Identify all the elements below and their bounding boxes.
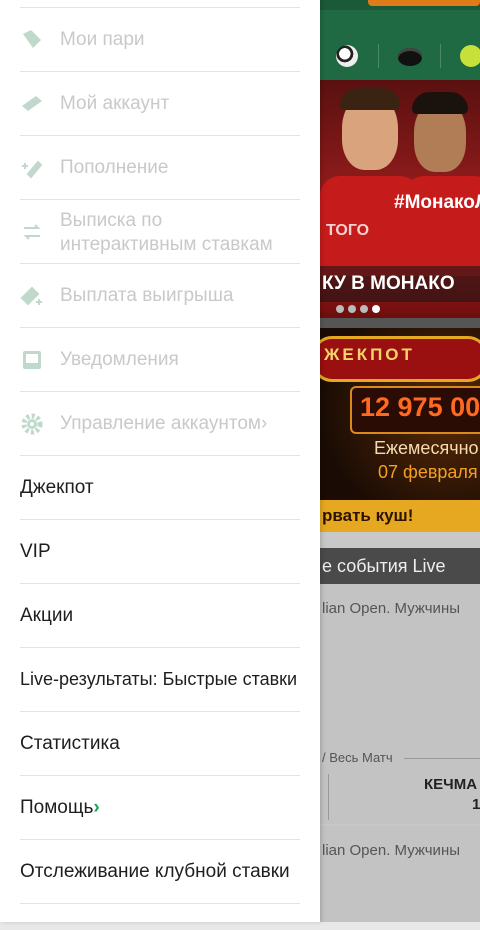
menu-item-live-results[interactable]: Live-результаты: Быстрые ставки (0, 648, 320, 712)
separator (378, 44, 379, 68)
jackpot-title: ЖЕКПОТ (324, 345, 415, 364)
chevron-right-icon: › (260, 413, 268, 434)
event-league: lian Open. Мужчины (322, 600, 461, 617)
menu-item-withdraw[interactable]: Выплата выигрыша (0, 264, 320, 328)
menu-item-my-account[interactable]: Мой аккаунт (0, 72, 320, 136)
chevron-right-icon: › (93, 797, 100, 818)
inbox-icon (23, 351, 41, 369)
jackpot-date: 07 февраля (378, 462, 478, 482)
jackpot-frequency: Ежемесячно (374, 438, 479, 458)
deposit-icon (22, 160, 43, 179)
carousel-dot-active[interactable] (372, 305, 380, 313)
menu-item-label: Акции (20, 605, 74, 626)
event-market: / Весь Матч (322, 750, 393, 765)
menu-item-club-bet-tracking[interactable]: Отслеживание клубной ставки (0, 840, 320, 904)
menu-item-notifications[interactable]: Уведомления (0, 328, 320, 392)
menu-item-label: Джекпот (20, 477, 94, 498)
carousel-dot[interactable] (348, 305, 356, 313)
menu-item-label: Статистика (20, 733, 120, 754)
menu-item-deposit[interactable]: Пополнение (0, 136, 320, 200)
menu-item-text: Управление аккаунтом (60, 413, 261, 434)
banner-sponsor-text: ТОГО (326, 222, 370, 239)
jackpot-cta-button[interactable]: рвать куш! (320, 500, 480, 532)
menu-item-vip[interactable]: VIP (0, 520, 320, 584)
menu-item-jackpot[interactable]: Джекпот (0, 456, 320, 520)
menu-item-label: Помощь› (20, 797, 100, 819)
menu-item-label: Уведомления (60, 349, 179, 370)
banner-hashtag: #МонакоЛ (394, 192, 480, 213)
jackpot-cta-label: рвать куш! (322, 506, 414, 525)
jackpot-amount: 12 975 000 (360, 392, 480, 422)
drawer-top-edge (0, 0, 320, 8)
withdraw-icon (20, 286, 42, 306)
menu-item-label: Мои пари (60, 29, 145, 50)
banner-caption: КУ В МОНАКО (320, 266, 480, 302)
gear-icon (21, 413, 43, 435)
live-events-header: е события Live (320, 548, 480, 584)
player-hair (340, 88, 400, 110)
menu-item-text: Помощь (20, 797, 94, 818)
transfer-arrows-icon (23, 224, 41, 240)
banner-separator (320, 318, 480, 328)
separator (440, 44, 441, 68)
carousel-dots[interactable] (336, 305, 380, 313)
menu-item-label: Пополнение (60, 157, 169, 178)
team-score: 1 (472, 796, 480, 813)
account-card-icon (22, 96, 42, 111)
header-bar (320, 0, 480, 10)
menu-item-label: Отслеживание клубной ставки (20, 861, 290, 882)
live-events-title: е события Live (322, 556, 446, 576)
player-shirt (404, 176, 480, 276)
bet-slip-icon (23, 30, 41, 48)
menu-item-label: Управление аккаунтом› (60, 413, 267, 435)
hockey-puck-icon[interactable] (398, 48, 422, 66)
live-event-card[interactable]: lian Open. Мужчины (320, 826, 480, 922)
menu-item-statistics[interactable]: Статистика (0, 712, 320, 776)
jackpot-banner[interactable]: ЖЕКПОТ 12 975 000 Ежемесячно 07 февраля … (320, 328, 480, 532)
menu-item-account-settings[interactable]: Управление аккаунтом› (0, 392, 320, 456)
menu-item-my-bets[interactable]: Мои пари (0, 8, 320, 72)
navigation-drawer: Мои пари Мой аккаунт Пополнение Выписка … (0, 0, 320, 922)
bottom-edge (0, 922, 480, 930)
promo-banner-monaco[interactable]: #МонакоЛ ТОГО КУ В МОНАКО (320, 80, 480, 320)
menu-item-label: VIP (20, 541, 51, 562)
carousel-dot[interactable] (360, 305, 368, 313)
tennis-ball-icon[interactable] (460, 45, 480, 67)
divider (328, 774, 329, 820)
menu-item-label: Мой аккаунт (60, 93, 170, 114)
menu-item-label: Live-результаты: Быстрые ставки (20, 669, 298, 689)
menu-item-help[interactable]: Помощь› (0, 776, 320, 840)
menu-item-label: Выплата выигрыша (60, 285, 234, 306)
team-name: КЕЧМА (424, 776, 478, 793)
menu-item-promotions[interactable]: Акции (0, 584, 320, 648)
soccer-ball-icon[interactable] (336, 45, 358, 67)
menu-item-statement[interactable]: Выписка по интерактивным ставкам (0, 200, 320, 264)
live-event-card[interactable]: lian Open. Мужчины / Весь Матч КЕЧМА 1 (320, 584, 480, 824)
divider (404, 758, 480, 759)
event-league: lian Open. Мужчины (322, 842, 461, 859)
menu-item-label: Выписка по интерактивным ставкам (60, 210, 273, 255)
carousel-dot[interactable] (336, 305, 344, 313)
player-hair (412, 92, 468, 114)
sports-filter-row (320, 10, 480, 80)
header-action[interactable] (368, 0, 480, 6)
